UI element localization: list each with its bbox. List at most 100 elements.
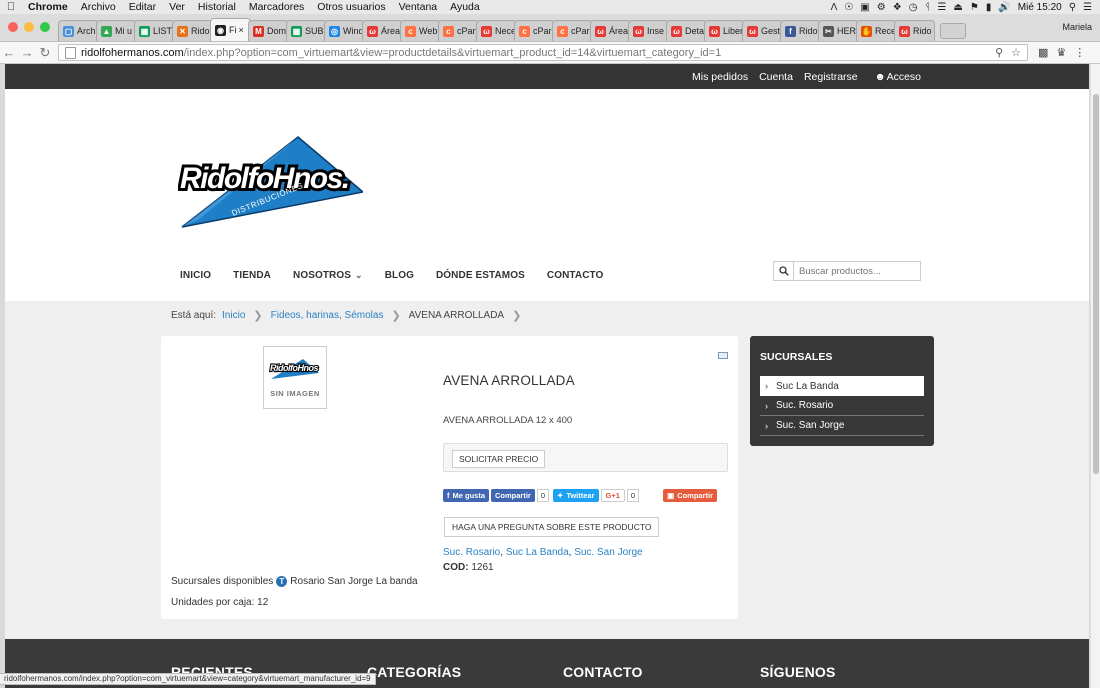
forward-arrow-icon[interactable]: → [18, 45, 36, 60]
nav-blog[interactable]: BLOG [385, 270, 414, 281]
browser-tab[interactable]: ▦ LIST [134, 20, 175, 41]
zoom-window-button[interactable] [40, 22, 50, 32]
menu-dots-icon[interactable]: ⋮ [1074, 46, 1085, 59]
browser-tab[interactable]: ▦ SUB [286, 20, 327, 41]
page-scrollbar[interactable] [1090, 64, 1100, 688]
sidebar-item-rosario[interactable]: › Suc. Rosario [760, 396, 924, 416]
register-link[interactable]: Registrarse [804, 71, 858, 83]
login-link[interactable]: ☻ Acceso [875, 71, 921, 83]
window-icon[interactable]: ▣ [860, 2, 869, 13]
tweet-button[interactable]: ✦ Twittear [553, 489, 599, 502]
browser-tab[interactable]: ω Nece [476, 20, 517, 41]
profile-name[interactable]: Mariela [1062, 22, 1100, 41]
extension-badge-icon[interactable]: ♛ [1056, 46, 1066, 59]
menu-otros-usuarios[interactable]: Otros usuarios [311, 1, 392, 13]
request-price-button[interactable]: SOLICITAR PRECIO [452, 450, 546, 468]
browser-tab[interactable]: ω Liber [704, 20, 745, 41]
menu-archivo[interactable]: Archivo [75, 1, 123, 13]
gplus-button[interactable]: G+1 [600, 489, 625, 502]
info-icon[interactable]: T [276, 576, 288, 587]
product-image[interactable]: RidolfoHnos RidolfoHnos SIN IMAGEN [263, 346, 327, 409]
browser-tab[interactable]: c Web [400, 20, 441, 41]
apple-icon[interactable]:  [0, 1, 22, 13]
tab-label: HER [837, 26, 857, 36]
sidebar-item-san-jorge[interactable]: › Suc. San Jorge [760, 416, 924, 436]
adobe-icon[interactable]: Λ [831, 2, 838, 13]
search-input[interactable] [794, 265, 914, 277]
browser-tab[interactable]: ω Gest [742, 20, 783, 41]
menu-ayuda[interactable]: Ayuda [444, 1, 487, 13]
extension-icon[interactable]: ▩ [1038, 46, 1048, 59]
search-icon[interactable]: ⚲ [1069, 2, 1076, 13]
browser-tab[interactable]: ω Área [362, 20, 403, 41]
browser-tab[interactable]: ▢ Arch [58, 20, 99, 41]
facebook-share-button[interactable]: Compartir [491, 489, 535, 502]
bookmark-star-icon[interactable]: ☆ [1011, 46, 1021, 59]
clock[interactable]: Mié 15:20 [1018, 2, 1062, 13]
browser-tab[interactable]: ◎ Wind [324, 20, 365, 41]
menu-historial[interactable]: Historial [192, 1, 243, 13]
browser-tab[interactable]: ✂ HER [818, 20, 859, 41]
browser-tab[interactable]: ω Área [590, 20, 631, 41]
site-logo[interactable]: RidolfoHnos. RidolfoHnos. DISTRIBUCIONES [178, 132, 363, 232]
browser-tab[interactable]: ω Deta [666, 20, 707, 41]
ask-question-button[interactable]: HAGA UNA PREGUNTA SOBRE ESTE PRODUCTO [444, 517, 660, 537]
new-tab-button[interactable] [940, 23, 966, 39]
browser-tab[interactable]: f Rido [780, 20, 821, 41]
nav-nosotros[interactable]: NOSOTROS ⌄ [293, 270, 363, 281]
gear-icon[interactable]: ⚙ [877, 2, 886, 13]
chevron-right-icon: ❯ [512, 310, 522, 322]
back-arrow-icon[interactable]: ← [0, 45, 18, 60]
minimize-window-button[interactable] [24, 22, 34, 32]
my-orders-link[interactable]: Mis pedidos [692, 71, 748, 83]
list-icon[interactable]: ☰ [1083, 2, 1092, 13]
menu-ventana[interactable]: Ventana [393, 1, 445, 13]
nav-tienda[interactable]: TIENDA [233, 270, 271, 281]
menu-editar[interactable]: Editar [123, 1, 163, 13]
share-button[interactable]: ▣ Compartir [663, 489, 718, 502]
nav-inicio[interactable]: INICIO [180, 270, 211, 281]
nav-donde-estamos[interactable]: DÓNDE ESTAMOS [436, 270, 525, 281]
breadcrumb-home[interactable]: Inicio [222, 310, 245, 321]
address-bar[interactable]: ridolfohermanos.com/index.php?option=com… [58, 44, 1028, 61]
flag-icon[interactable]: ⚑ [970, 2, 979, 13]
scrollbar-thumb[interactable] [1093, 94, 1099, 474]
branch-link-la-banda[interactable]: Suc La Banda [506, 547, 569, 558]
menu-ver[interactable]: Ver [163, 1, 192, 13]
nav-contacto[interactable]: CONTACTO [547, 270, 604, 281]
menu-chrome[interactable]: Chrome [22, 1, 75, 13]
breadcrumb-category[interactable]: Fideos, harinas, Sémolas [271, 310, 384, 321]
close-window-button[interactable] [8, 22, 18, 32]
browser-tab[interactable]: ◉ Fi × [210, 18, 251, 41]
wifi-icon[interactable]: ☰ [937, 2, 946, 13]
account-link[interactable]: Cuenta [759, 71, 793, 83]
volume-icon[interactable]: 🔊 [998, 2, 1010, 13]
facebook-like-button[interactable]: f Me gusta [443, 489, 490, 502]
browser-tab[interactable]: ▲ Mi u [96, 20, 137, 41]
menu-marcadores[interactable]: Marcadores [243, 1, 311, 13]
browser-tab[interactable]: c cPar [514, 20, 555, 41]
no-image-label: SIN IMAGEN [270, 389, 320, 398]
url-text[interactable]: ridolfohermanos.com/index.php?option=com… [81, 47, 995, 59]
browser-tab[interactable]: ω Inse [628, 20, 669, 41]
email-icon[interactable] [718, 352, 728, 359]
browser-tab[interactable]: M Dom [248, 20, 289, 41]
branch-link-san-jorge[interactable]: Suc. San Jorge [574, 547, 642, 558]
browser-tab[interactable]: c cPar [552, 20, 593, 41]
reload-icon[interactable]: ↻ [36, 45, 54, 61]
time-machine-icon[interactable]: ◷ [909, 2, 918, 13]
pin-icon[interactable]: ⚲ [995, 46, 1003, 59]
branch-link-rosario[interactable]: Suc. Rosario [443, 547, 500, 558]
dropbox-icon[interactable]: ❖ [893, 2, 902, 13]
browser-tab[interactable]: ✕ Rido [172, 20, 213, 41]
sidebar-item-la-banda[interactable]: › Suc La Banda [760, 376, 924, 396]
browser-tab[interactable]: c cPar [438, 20, 479, 41]
battery-icon[interactable]: ▮ [986, 2, 992, 13]
search-icon[interactable] [774, 262, 794, 280]
wifi-status-icon[interactable]: ☉ [844, 2, 853, 13]
eject-icon[interactable]: ⏏ [953, 2, 962, 13]
bluetooth-icon[interactable]: ᛩ [924, 2, 930, 13]
close-tab-icon[interactable]: × [239, 25, 244, 35]
browser-tab[interactable]: ✋ Rece [856, 20, 897, 41]
browser-tab[interactable]: ω Rido [894, 20, 935, 41]
